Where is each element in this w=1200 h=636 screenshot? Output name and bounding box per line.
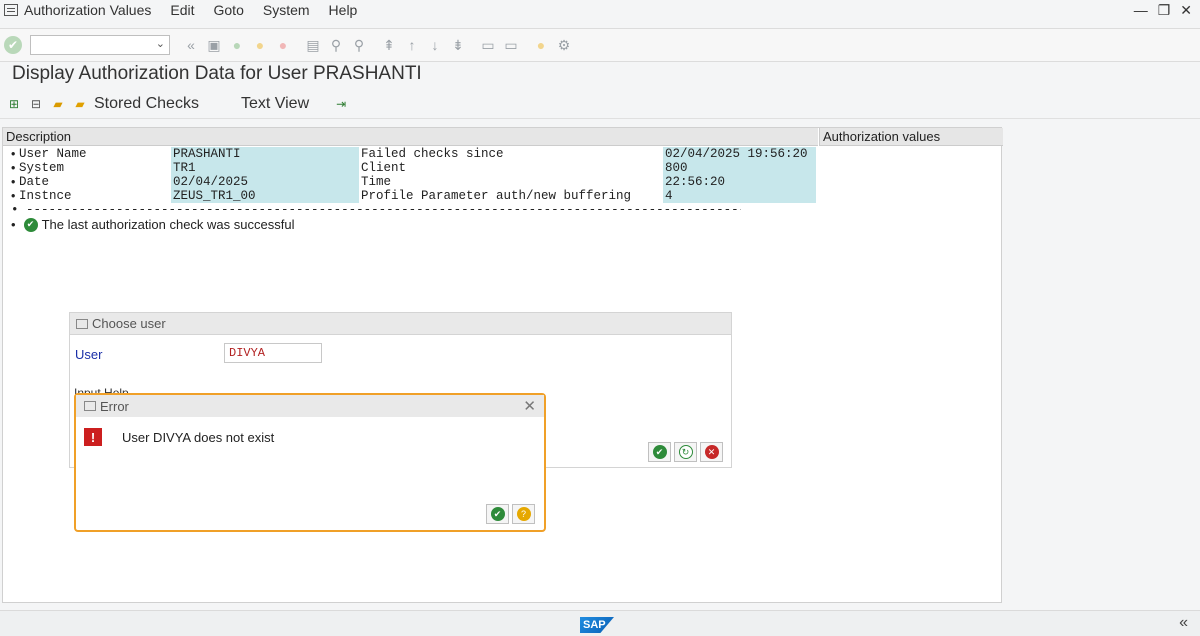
check-icon: ✔ [490,507,505,521]
page-title: Display Authorization Data for User PRAS… [12,63,422,84]
user-input[interactable]: DIVYA [224,343,322,363]
status-bar: SAP « [0,610,1200,636]
stored-checks-button[interactable]: Stored Checks [94,95,199,113]
system-toolbar: ✔ ⌄ « ▣ ● ● ● ▤ ⚲ ⚲ ⇞ ↑ ↓ ⇟ ▭ ▭ ● ⚙ [0,28,1200,62]
previous-page-icon[interactable]: ↑ [403,36,421,54]
dialog-title: Choose user [92,316,166,331]
confirm-button[interactable]: ✔ [648,442,671,462]
success-message-row: • ✔ The last authorization check was suc… [11,217,295,232]
dialog-icon [76,318,88,329]
check-entries-button[interactable]: ↻ [674,442,697,462]
ok-button[interactable]: ✔ [486,504,509,524]
cancel-button[interactable]: ✕ [700,442,723,462]
error-dialog-buttons: ✔ ? [486,504,535,524]
menu-system[interactable]: System [263,2,310,18]
last-page-icon[interactable]: ⇟ [449,36,467,54]
menu-authorization-values[interactable]: Authorization Values [24,2,151,18]
row-label: User Name [19,147,87,161]
new-session-icon[interactable]: ▭ [479,36,497,54]
user-label: User [75,347,103,362]
window-controls: — ❐ ✕ [1134,2,1192,19]
help-button[interactable]: ? [512,504,535,524]
collapse-chevron-icon[interactable]: « [1179,614,1188,632]
error-title: Error [100,398,129,414]
cancel-icon: ✕ [704,445,719,459]
close-window-icon[interactable]: ✕ [1180,2,1192,19]
settings-gear-icon[interactable]: ⚙ [555,36,573,54]
separator-line: • --------------------------------------… [11,203,741,217]
restore-icon[interactable]: ❐ [1158,2,1171,19]
sap-logo: SAP [580,617,614,633]
check-icon: ✔ [652,445,667,459]
dialog-buttons: ✔ ↻ ✕ [648,442,723,462]
check-entries-icon: ↻ [678,445,693,459]
command-field[interactable]: ⌄ [30,35,170,55]
success-message: The last authorization check was success… [41,217,295,232]
find-icon[interactable]: ⚲ [327,36,345,54]
menu-bar: Authorization Values Edit Goto System He… [0,0,1200,20]
row-value[interactable]: TR1 [171,161,359,175]
shortcut-icon[interactable]: ▭ [502,36,520,54]
expand-icon[interactable]: ⊞ [6,96,22,112]
folder-icon[interactable]: ▰ [72,96,88,112]
error-dialog: Error ✕ ! User DIVYA does not exist ✔ ? [74,393,546,532]
column-header-description: Description [3,128,818,146]
row-value-2[interactable]: 22:56:20 [663,175,816,189]
row-label-2: Profile Parameter auth/new buffering [361,189,632,203]
row-value[interactable]: ZEUS_TR1_00 [171,189,359,203]
briefcase-icon[interactable]: ▰ [50,96,66,112]
enter-icon[interactable]: ✔ [4,36,22,54]
question-icon: ? [516,507,531,521]
row-value[interactable]: PRASHANTI [171,147,359,161]
row-label: Date [19,175,50,189]
print-icon[interactable]: ▤ [304,36,322,54]
error-title-bar: Error ✕ [76,395,544,417]
first-page-icon[interactable]: ⇞ [380,36,398,54]
chevron-down-icon[interactable]: ⌄ [156,37,165,50]
menu-goto[interactable]: Goto [214,2,244,18]
row-label: Instnce [19,189,72,203]
row-value-2[interactable]: 02/04/2025 19:56:20 [663,147,816,161]
menu-help[interactable]: Help [329,2,358,18]
dialog-icon [84,401,96,411]
row-value-2[interactable]: 4 [663,189,816,203]
application-toolbar: ⊞ ⊟ ▰ ▰ Stored Checks Text View ⇥ [0,89,1200,119]
back-icon[interactable]: ● [228,36,246,54]
export-icon[interactable]: ⇥ [333,96,349,112]
find-next-icon[interactable]: ⚲ [350,36,368,54]
close-icon[interactable]: ✕ [523,397,536,415]
row-label: System [19,161,65,175]
row-value[interactable]: 02/04/2025 [171,175,359,189]
row-label-2: Time [361,175,392,189]
text-view-button[interactable]: Text View [241,95,309,113]
dialog-title-bar: Choose user [70,313,731,335]
row-label-2: Client [361,161,407,175]
menu-icon[interactable] [4,4,18,16]
next-page-icon[interactable]: ↓ [426,36,444,54]
help-icon[interactable]: ● [532,36,550,54]
exit-icon[interactable]: ● [251,36,269,54]
menu-edit[interactable]: Edit [170,2,194,18]
collapse-icon[interactable]: ⊟ [28,96,44,112]
row-label-2: Failed checks since [361,147,504,161]
save-icon[interactable]: ▣ [205,36,223,54]
error-message: User DIVYA does not exist [122,430,275,445]
back-double-icon[interactable]: « [182,36,200,54]
error-icon: ! [84,428,102,446]
minimize-icon[interactable]: — [1134,2,1148,19]
column-header-authorization-values: Authorization values [819,128,1003,146]
cancel-icon[interactable]: ● [274,36,292,54]
row-value-2[interactable]: 800 [663,161,816,175]
success-check-icon: ✔ [23,217,38,232]
